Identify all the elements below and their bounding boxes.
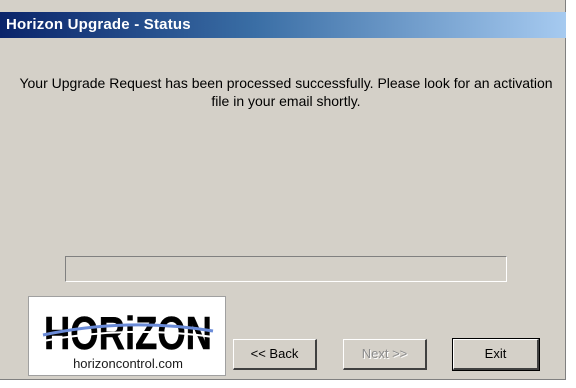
back-button[interactable]: << Back (233, 339, 317, 370)
next-button[interactable]: Next >> (343, 339, 427, 370)
upgrade-status-window: Horizon Upgrade - Status Your Upgrade Re… (0, 0, 566, 380)
logo-url-text: horizoncontrol.com (73, 356, 183, 371)
status-message: Your Upgrade Request has been processed … (19, 75, 553, 109)
window-title: Horizon Upgrade - Status (0, 12, 566, 38)
progress-bar (65, 256, 507, 282)
horizon-logo: HORiZON horizoncontrol.com (28, 296, 226, 376)
horizon-logo-graphic: HORiZON horizoncontrol.com (42, 307, 214, 371)
exit-button[interactable]: Exit (452, 338, 540, 371)
